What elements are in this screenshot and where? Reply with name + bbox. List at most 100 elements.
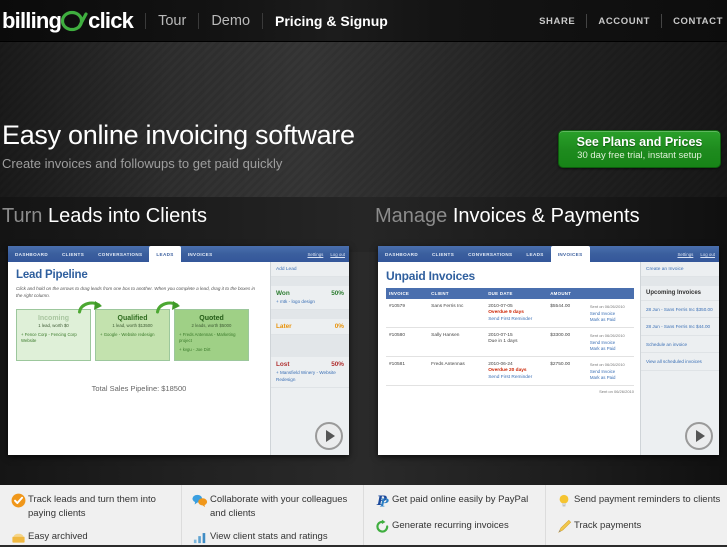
invoices-tab-conversations[interactable]: CONVERSATIONS bbox=[461, 246, 519, 262]
leads-tab-clients[interactable]: CLIENTS bbox=[55, 246, 91, 262]
section-title-invoices-rest: Invoices & Payments bbox=[452, 205, 640, 227]
row-reminder-link[interactable]: Send First Reminder bbox=[488, 317, 544, 322]
schedule-invoice-row[interactable]: Schedule an invoice bbox=[641, 336, 719, 354]
invoices-tab-clients[interactable]: CLIENTS bbox=[425, 246, 461, 262]
leads-logout-link[interactable]: Log out bbox=[330, 252, 345, 257]
stage-name: Qualified bbox=[117, 315, 148, 322]
pipeline-arrow-icon[interactable] bbox=[156, 300, 182, 314]
see-plans-and-prices-button[interactable]: See Plans and Prices 30 day free trial, … bbox=[558, 130, 721, 168]
leads-screenshot[interactable]: DASHBOARD CLIENTS CONVERSATIONS LEADS IN… bbox=[8, 246, 349, 455]
lead-pipeline-title: Lead Pipeline bbox=[16, 269, 88, 281]
feature-label: Track payments bbox=[574, 520, 642, 531]
row-invoice-number[interactable]: #10579 bbox=[386, 299, 429, 328]
col-amount: AMOUNT bbox=[547, 288, 587, 299]
stage-summary: 2 leads, worth $5000 bbox=[191, 323, 232, 328]
create-invoice-row[interactable]: Create an Invoice bbox=[641, 262, 719, 277]
stage-lead-item[interactable]: + Freds Antennas - Marketing project bbox=[179, 332, 244, 344]
won-item[interactable]: + mtk - logo design bbox=[276, 299, 344, 305]
nav-item-tour[interactable]: Tour bbox=[158, 13, 186, 29]
row-client[interactable]: Freds Antennas bbox=[428, 356, 486, 386]
nav-item-pricing-signup[interactable]: Pricing & Signup bbox=[275, 13, 388, 29]
invoices-tab-invoices[interactable]: INVOICES bbox=[550, 246, 590, 262]
row-sent-note: Sent on 06/26/2010 bbox=[589, 304, 625, 309]
upcoming-invoice-item[interactable]: 28 Jun - Sans Ferris Inc $350.00 bbox=[641, 301, 719, 319]
view-all-scheduled-invoices-link[interactable]: View all scheduled invoices bbox=[646, 359, 714, 365]
features-strip: Track leads and turn them into paying cl… bbox=[0, 485, 727, 545]
send-invoice-action[interactable]: Send Invoice bbox=[590, 340, 631, 345]
upcoming-invoice-item[interactable]: 28 Jun - Sans Ferris Inc $44.00 bbox=[641, 318, 719, 336]
play-video-button-invoices[interactable] bbox=[685, 422, 713, 450]
lost-percent: 50% bbox=[331, 361, 344, 369]
feature-label: Get paid online easily by PayPal bbox=[392, 494, 529, 505]
section-title-invoices-muted: Manage bbox=[375, 205, 448, 227]
table-row[interactable]: #10581 Freds Antennas 2010-06-24 Overdue… bbox=[386, 356, 634, 386]
stage-lead-item[interactable]: + Google - Website redesign bbox=[100, 332, 165, 338]
row-client[interactable]: Sans Ferris Inc bbox=[428, 299, 486, 328]
row-amount: $5544.00 bbox=[547, 299, 587, 328]
leads-settings-link[interactable]: Settings bbox=[307, 252, 323, 257]
row-reminder-link[interactable]: Send First Reminder bbox=[488, 375, 544, 380]
unpaid-invoices-title: Unpaid Invoices bbox=[386, 269, 476, 283]
feature-collaborate: Collaborate with your colleagues and cli… bbox=[190, 493, 357, 521]
schedule-an-invoice-link[interactable]: Schedule an invoice bbox=[646, 342, 714, 348]
invoices-tab-leads[interactable]: LEADS bbox=[519, 246, 550, 262]
lead-pipeline-panel: Lead Pipeline Click and hold on the arro… bbox=[8, 262, 270, 455]
create-invoice-link[interactable]: Create an Invoice bbox=[646, 267, 684, 272]
table-footer-note: Sent on 06/26/2010 bbox=[599, 389, 634, 394]
pipeline-stage-quoted[interactable]: Quoted 2 leads, worth $5000 + Freds Ante… bbox=[174, 309, 249, 361]
mark-as-paid-action[interactable]: Mark as Paid bbox=[590, 317, 631, 322]
leads-tab-conversations[interactable]: CONVERSATIONS bbox=[91, 246, 149, 262]
recurring-icon bbox=[372, 519, 392, 536]
sidebar-spacer bbox=[641, 277, 719, 286]
play-video-button-leads[interactable] bbox=[315, 422, 343, 450]
leads-tab-dashboard[interactable]: DASHBOARD bbox=[8, 246, 55, 262]
leads-app-tabbar: DASHBOARD CLIENTS CONVERSATIONS LEADS IN… bbox=[8, 246, 349, 262]
stage-lead-item[interactable]: + Fence Corp - Fencing Corp Website bbox=[21, 332, 86, 344]
table-row[interactable]: #10579 Sans Ferris Inc 2010-07-05 Overdu… bbox=[386, 299, 634, 328]
invoices-app-body: Unpaid Invoices INVOICE CLIENT DUE DATE … bbox=[378, 262, 719, 455]
bar-chart-icon bbox=[190, 530, 210, 547]
upcoming-invoice-2[interactable]: 28 Jun - Sans Ferris Inc $44.00 bbox=[646, 324, 714, 330]
row-invoice-number[interactable]: #10581 bbox=[386, 356, 429, 386]
pipeline-arrow-icon[interactable] bbox=[78, 300, 104, 314]
utility-item-contact[interactable]: CONTACT bbox=[673, 16, 723, 27]
utility-item-account[interactable]: ACCOUNT bbox=[598, 16, 650, 27]
send-invoice-action[interactable]: Send Invoice bbox=[590, 311, 631, 316]
lost-item[interactable]: + Mansfield Winery - Website Redesign bbox=[276, 370, 344, 383]
nav-divider bbox=[198, 12, 200, 29]
view-scheduled-row[interactable]: View all scheduled invoices bbox=[641, 353, 719, 371]
table-row[interactable]: #10580 Sally Hansen 2010-07-15 Due in 1 … bbox=[386, 327, 634, 357]
feature-label: Collaborate with your colleagues and cli… bbox=[210, 494, 348, 519]
features-column-3: PP Get paid online easily by PayPal Gene… bbox=[364, 485, 546, 545]
archive-icon bbox=[8, 530, 28, 547]
check-circle-icon bbox=[8, 493, 28, 510]
invoices-tab-dashboard[interactable]: DASHBOARD bbox=[378, 246, 425, 262]
lost-title: Lost bbox=[276, 361, 290, 369]
cta-secondary-label: 30 day free trial, instant setup bbox=[577, 150, 702, 161]
row-invoice-number[interactable]: #10580 bbox=[386, 327, 429, 357]
stage-lead-item[interactable]: + kvgu - Joe Dirt bbox=[179, 347, 244, 353]
utility-item-share[interactable]: SHARE bbox=[539, 16, 575, 27]
pipeline-stage-qualified[interactable]: Qualified 1 lead, worth $13500 + Google … bbox=[95, 309, 170, 361]
stage-summary: 1 lead, worth $0 bbox=[38, 323, 69, 328]
features-column-4: Send payment reminders to clients Track … bbox=[546, 485, 727, 545]
nav-item-demo[interactable]: Demo bbox=[211, 13, 250, 29]
unpaid-invoices-table: INVOICE CLIENT DUE DATE AMOUNT #10579 Sa… bbox=[386, 288, 634, 386]
logo-text-part3: click bbox=[88, 7, 134, 33]
site-logo[interactable]: billing click bbox=[0, 7, 134, 34]
upcoming-invoice-1[interactable]: 28 Jun - Sans Ferris Inc $350.00 bbox=[646, 307, 714, 313]
leads-tab-invoices[interactable]: INVOICES bbox=[181, 246, 220, 262]
leads-tab-leads[interactable]: LEADS bbox=[149, 246, 181, 262]
send-invoice-action[interactable]: Send Invoice bbox=[590, 369, 631, 374]
mark-as-paid-action[interactable]: Mark as Paid bbox=[590, 346, 631, 351]
row-client[interactable]: Sally Hansen bbox=[428, 327, 486, 357]
invoices-settings-link[interactable]: Settings bbox=[677, 252, 693, 257]
invoices-logout-link[interactable]: Log out bbox=[700, 252, 715, 257]
mark-as-paid-action[interactable]: Mark as Paid bbox=[590, 375, 631, 380]
row-due-date-cell: 2010-06-24 Overdue 20 days Send First Re… bbox=[485, 356, 548, 386]
add-lead-row[interactable]: Add Lead bbox=[271, 262, 349, 277]
add-lead-link[interactable]: Add Lead bbox=[276, 267, 297, 272]
pipeline-stage-incoming[interactable]: Incoming 1 lead, worth $0 + Fence Corp -… bbox=[16, 309, 91, 361]
invoices-screenshot[interactable]: DASHBOARD CLIENTS CONVERSATIONS LEADS IN… bbox=[378, 246, 719, 455]
row-sent-note: Sent on 06/26/2010 bbox=[589, 333, 625, 338]
